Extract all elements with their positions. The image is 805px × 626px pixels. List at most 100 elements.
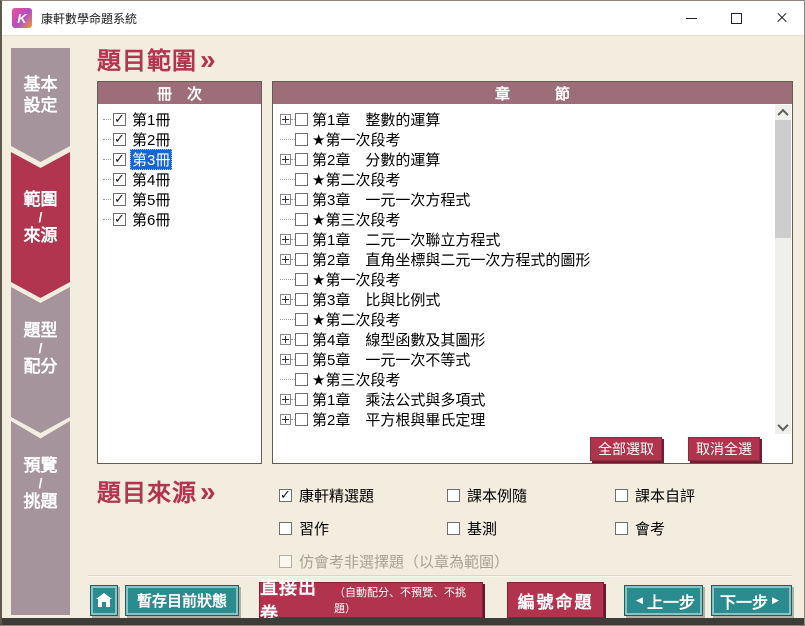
expand-plus-icon[interactable] xyxy=(280,114,291,125)
sidebar-tab-range-source[interactable]: 範圍 / 來源 xyxy=(11,152,70,298)
scrollbar-thumb[interactable] xyxy=(775,120,791,238)
chapter-label[interactable]: 第2章 分數的運算 xyxy=(312,149,440,170)
expand-plus-icon[interactable] xyxy=(280,294,291,305)
save-current-state-button[interactable]: 暫存目前狀態 xyxy=(125,585,239,616)
chapter-label[interactable]: 第1章 整數的運算 xyxy=(312,109,440,130)
source-checkbox[interactable] xyxy=(615,489,628,502)
volume-checkbox[interactable] xyxy=(113,113,126,126)
source-option-workbook[interactable]: 習作 xyxy=(279,518,329,539)
tree-item-exam[interactable]: ★第一次段考 xyxy=(280,129,774,149)
source-option-textbook-selfeval[interactable]: 課本自評 xyxy=(615,485,695,506)
exam-checkbox[interactable] xyxy=(295,273,308,286)
source-checkbox[interactable] xyxy=(279,489,292,502)
previous-step-button[interactable]: ◀ 上一步 xyxy=(624,585,703,616)
volume-item[interactable]: 第4冊 xyxy=(103,169,261,189)
source-option-kanghsuan-selected[interactable]: 康軒精選題 xyxy=(279,485,374,506)
tree-item-exam[interactable]: ★第一次段考 xyxy=(280,269,774,289)
expand-plus-icon[interactable] xyxy=(280,394,291,405)
volume-checkbox[interactable] xyxy=(113,153,126,166)
volume-label[interactable]: 第3冊 xyxy=(130,149,172,170)
close-button[interactable] xyxy=(759,1,804,35)
sidebar-tab-basic-settings[interactable]: 基本 設定 xyxy=(11,48,70,162)
expand-plus-icon[interactable] xyxy=(280,154,291,165)
tree-item-chapter[interactable]: 第4章 線型函數及其圖形 xyxy=(280,329,774,349)
exam-label[interactable]: ★第三次段考 xyxy=(312,209,400,230)
volume-checkbox[interactable] xyxy=(113,193,126,206)
numbered-question-button[interactable]: 編號命題 xyxy=(507,582,604,618)
tree-item-chapter[interactable]: 第3章 比與比例式 xyxy=(280,289,774,309)
tree-item-chapter[interactable]: 第1章 二元一次聯立方程式 xyxy=(280,229,774,249)
select-all-button[interactable]: 全部選取 xyxy=(590,437,662,461)
source-checkbox[interactable] xyxy=(447,489,460,502)
chapter-label[interactable]: 第3章 一元一次方程式 xyxy=(312,189,470,210)
tree-item-exam[interactable]: ★第二次段考 xyxy=(280,309,774,329)
tree-item-chapter[interactable]: 第3章 一元一次方程式 xyxy=(280,189,774,209)
volume-label[interactable]: 第1冊 xyxy=(130,109,172,130)
chapter-checkbox[interactable] xyxy=(295,153,308,166)
exam-checkbox[interactable] xyxy=(295,373,308,386)
expand-plus-icon[interactable] xyxy=(280,254,291,265)
scroll-down-icon[interactable] xyxy=(775,419,791,434)
exam-label[interactable]: ★第三次段考 xyxy=(312,369,400,390)
exam-label[interactable]: ★第二次段考 xyxy=(312,309,400,330)
tree-item-chapter[interactable]: 第2章 分數的運算 xyxy=(280,149,774,169)
tree-item-chapter[interactable]: 第1章 乘法公式與多項式 xyxy=(280,389,774,409)
expand-plus-icon[interactable] xyxy=(280,234,291,245)
volume-item[interactable]: 第2冊 xyxy=(103,129,261,149)
exam-label[interactable]: ★第一次段考 xyxy=(312,129,400,150)
volume-label[interactable]: 第6冊 xyxy=(130,209,172,230)
deselect-all-button[interactable]: 取消全選 xyxy=(688,437,760,461)
next-step-button[interactable]: 下一步 ▶ xyxy=(711,585,792,616)
volume-item[interactable]: 第5冊 xyxy=(103,189,261,209)
chapter-checkbox[interactable] xyxy=(295,233,308,246)
volume-checkbox[interactable] xyxy=(113,173,126,186)
exam-label[interactable]: ★第二次段考 xyxy=(312,169,400,190)
expand-plus-icon[interactable] xyxy=(280,354,291,365)
source-checkbox[interactable] xyxy=(615,522,628,535)
scroll-up-icon[interactable] xyxy=(775,105,791,120)
chapter-checkbox[interactable] xyxy=(295,353,308,366)
exam-checkbox[interactable] xyxy=(295,313,308,326)
volume-item-selected[interactable]: 第3冊 xyxy=(103,149,261,169)
chapter-checkbox[interactable] xyxy=(295,193,308,206)
source-checkbox[interactable] xyxy=(447,522,460,535)
exam-checkbox[interactable] xyxy=(295,133,308,146)
volume-label[interactable]: 第4冊 xyxy=(130,169,172,190)
exam-checkbox[interactable] xyxy=(295,173,308,186)
chapter-label[interactable]: 第3章 比與比例式 xyxy=(312,289,440,310)
chapter-checkbox[interactable] xyxy=(295,293,308,306)
tree-item-exam[interactable]: ★第二次段考 xyxy=(280,169,774,189)
expand-plus-icon[interactable] xyxy=(280,414,291,425)
volume-checkbox[interactable] xyxy=(113,213,126,226)
tree-item-chapter[interactable]: 第5章 一元一次不等式 xyxy=(280,349,774,369)
chapter-label[interactable]: 第2章 平方根與畢氏定理 xyxy=(312,409,485,430)
tree-item-exam[interactable]: ★第三次段考 xyxy=(280,369,774,389)
chapter-label[interactable]: 第4章 線型函數及其圖形 xyxy=(312,329,485,350)
home-button[interactable] xyxy=(90,585,118,616)
tree-item-chapter[interactable]: 第2章 平方根與畢氏定理 xyxy=(280,409,774,429)
exam-label[interactable]: ★第一次段考 xyxy=(312,269,400,290)
sidebar-tab-question-type-score[interactable]: 題型 / 配分 xyxy=(11,287,70,433)
direct-generate-exam-button[interactable]: 直接出卷 （自動配分、不預覽、不挑題） xyxy=(259,582,483,618)
chapter-checkbox[interactable] xyxy=(295,393,308,406)
tree-item-exam[interactable]: ★第三次段考 xyxy=(280,209,774,229)
chapter-checkbox[interactable] xyxy=(295,253,308,266)
chapter-label[interactable]: 第1章 乘法公式與多項式 xyxy=(312,389,485,410)
volume-label[interactable]: 第2冊 xyxy=(130,129,172,150)
sidebar-tab-preview-pick[interactable]: 預覽 / 挑題 xyxy=(11,421,70,615)
chapter-label[interactable]: 第1章 二元一次聯立方程式 xyxy=(312,229,500,250)
volume-item[interactable]: 第6冊 xyxy=(103,209,261,229)
volume-checkbox[interactable] xyxy=(113,133,126,146)
expand-plus-icon[interactable] xyxy=(280,194,291,205)
chapter-checkbox[interactable] xyxy=(295,333,308,346)
chapter-label[interactable]: 第5章 一元一次不等式 xyxy=(312,349,470,370)
tree-scrollbar[interactable] xyxy=(775,105,791,434)
maximize-button[interactable] xyxy=(714,1,759,35)
volume-item[interactable]: 第1冊 xyxy=(103,109,261,129)
tree-item-chapter[interactable]: 第2章 直角坐標與二元一次方程式的圖形 xyxy=(280,249,774,269)
exam-checkbox[interactable] xyxy=(295,213,308,226)
chapter-label[interactable]: 第2章 直角坐標與二元一次方程式的圖形 xyxy=(312,249,590,270)
minimize-button[interactable] xyxy=(669,1,714,35)
chapter-checkbox[interactable] xyxy=(295,113,308,126)
source-option-comprehensive-exam[interactable]: 會考 xyxy=(615,518,665,539)
